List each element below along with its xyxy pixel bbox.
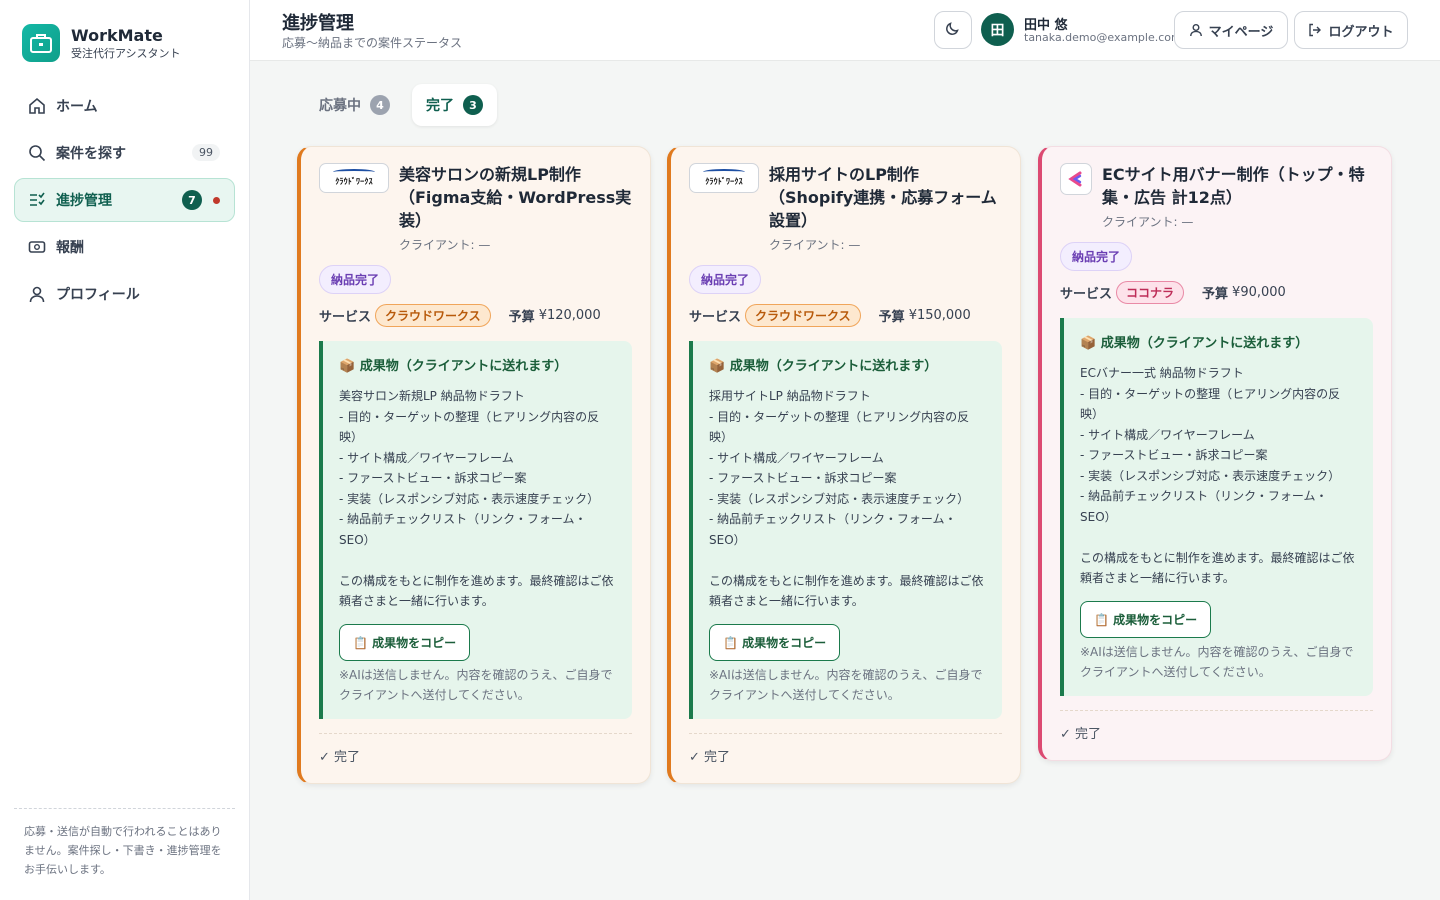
budget-label: 予算 bbox=[878, 310, 905, 325]
mypage-label: マイページ bbox=[1208, 24, 1274, 40]
app-subtitle: 受注代行アシスタント bbox=[71, 46, 181, 60]
page-subtitle: 応募〜納品までの案件ステータス bbox=[282, 36, 463, 50]
briefcase-icon bbox=[22, 24, 60, 62]
theme-toggle-button[interactable] bbox=[934, 11, 972, 49]
sidebar-item-label: プロフィール bbox=[56, 287, 140, 303]
crowdworks-logo-icon: ｸﾗｳﾄﾞﾜｰｸｽ bbox=[689, 163, 759, 193]
tab-label: 完了 bbox=[426, 98, 454, 114]
money-icon bbox=[28, 238, 46, 256]
card-status-footer: ✓ 完了 bbox=[319, 749, 361, 765]
deliverable-body: ECバナー一式 納品物ドラフト - 目的・ターゲットの整理（ヒアリング内容の反映… bbox=[1080, 366, 1355, 585]
sidebar-item-progress[interactable]: 進捗管理 7 bbox=[14, 178, 235, 222]
card-divider bbox=[1060, 709, 1373, 711]
sidebar-item-label: ホーム bbox=[56, 99, 98, 115]
logout-label: ログアウト bbox=[1328, 24, 1394, 40]
sidebar-nav: ホーム 案件を探す 99 進捗管理 7 報酬 プロフィール bbox=[14, 84, 235, 319]
service-tag: クラウドワークス bbox=[745, 304, 861, 327]
copy-deliverable-button[interactable]: 📋 成果物をコピー bbox=[1080, 600, 1212, 638]
service-tag: クラウドワークス bbox=[375, 304, 491, 327]
budget-value: ¥150,000 bbox=[908, 308, 971, 323]
notification-dot bbox=[213, 197, 220, 204]
budget-value: ¥120,000 bbox=[538, 308, 601, 323]
tab-completed[interactable]: 完了 3 bbox=[412, 84, 497, 126]
deliverable-body: 採用サイトLP 納品物ドラフト - 目的・ターゲットの整理（ヒアリング内容の反映… bbox=[709, 389, 984, 608]
logout-icon bbox=[1308, 23, 1322, 37]
user-email: tanaka.demo@example.com bbox=[1024, 31, 1182, 44]
card-divider bbox=[689, 732, 1002, 734]
progress-list-icon bbox=[28, 191, 46, 209]
service-label: サービス bbox=[689, 310, 742, 325]
card-title: 採用サイトのLP制作（Shopify連携・応募フォーム設置） bbox=[769, 165, 997, 230]
budget-label: 予算 bbox=[508, 310, 535, 325]
home-icon bbox=[28, 97, 46, 115]
project-card: ｸﾗｳﾄﾞﾜｰｸｽ 美容サロンの新規LP制作（Figma支給・WordPress… bbox=[297, 146, 651, 784]
sidebar-note: 応募・送信が自動で行われることはありません。案件探し・下書き・進捗管理をお手伝い… bbox=[24, 825, 222, 876]
sidebar-item-label: 報酬 bbox=[56, 240, 84, 256]
mypage-button[interactable]: マイページ bbox=[1174, 11, 1288, 49]
tab-applying[interactable]: 応募中 4 bbox=[305, 84, 404, 126]
deliverable-box: 📦 成果物（クライアントに送れます） ECバナー一式 納品物ドラフト - 目的・… bbox=[1060, 318, 1373, 696]
logout-button[interactable]: ログアウト bbox=[1294, 11, 1408, 49]
sidebar-item-search[interactable]: 案件を探す 99 bbox=[14, 131, 235, 175]
card-title: 美容サロンの新規LP制作（Figma支給・WordPress実装） bbox=[399, 165, 632, 230]
service-label: サービス bbox=[319, 310, 372, 325]
crowdworks-logo-icon: ｸﾗｳﾄﾞﾜｰｸｽ bbox=[319, 163, 389, 193]
moon-icon bbox=[945, 20, 961, 40]
sidebar-item-label: 案件を探す bbox=[56, 146, 126, 162]
deliverable-note: ※AIは送信しません。内容を確認のうえ、ご自身でクライアントへ送付してください。 bbox=[339, 667, 613, 702]
search-icon bbox=[28, 144, 46, 162]
copy-deliverable-button[interactable]: 📋 成果物をコピー bbox=[709, 623, 841, 661]
user-icon bbox=[28, 285, 46, 303]
deliverable-title: 📦 成果物（クライアントに送れます） bbox=[1080, 336, 1309, 351]
job-count-badge: 99 bbox=[192, 144, 220, 161]
deliverable-box: 📦 成果物（クライアントに送れます） 採用サイトLP 納品物ドラフト - 目的・… bbox=[689, 341, 1002, 719]
user-icon bbox=[1189, 23, 1203, 37]
deliverable-note: ※AIは送信しません。内容を確認のうえ、ご自身でクライアントへ送付してください。 bbox=[1080, 644, 1354, 679]
tab-count-badge: 3 bbox=[463, 95, 483, 115]
card-client: クライアント: — bbox=[399, 238, 491, 252]
card-status-footer: ✓ 完了 bbox=[1060, 726, 1102, 742]
status-badge: 納品完了 bbox=[1060, 242, 1133, 271]
project-card: ECサイト用バナー制作（トップ・特集・広告 計12点） クライアント: — 納品… bbox=[1038, 146, 1392, 761]
deliverable-body: 美容サロン新規LP 納品物ドラフト - 目的・ターゲットの整理（ヒアリング内容の… bbox=[339, 389, 614, 608]
deliverable-note: ※AIは送信しません。内容を確認のうえ、ご自身でクライアントへ送付してください。 bbox=[709, 667, 983, 702]
card-client: クライアント: — bbox=[769, 238, 861, 252]
tab-label: 応募中 bbox=[319, 98, 361, 114]
brand[interactable]: WorkMate 受注代行アシスタント bbox=[22, 24, 181, 62]
app-name: WorkMate bbox=[71, 25, 163, 45]
copy-deliverable-button[interactable]: 📋 成果物をコピー bbox=[339, 623, 471, 661]
deliverable-title: 📦 成果物（クライアントに送れます） bbox=[709, 359, 938, 374]
sidebar-divider bbox=[14, 808, 235, 809]
coconala-logo-icon bbox=[1060, 163, 1092, 195]
page-title: 進捗管理 bbox=[282, 13, 354, 34]
card-status-footer: ✓ 完了 bbox=[689, 749, 731, 765]
sidebar-item-rewards[interactable]: 報酬 bbox=[14, 225, 235, 269]
top-header: 進捗管理 応募〜納品までの案件ステータス 田 田中 悠 tanaka.demo@… bbox=[250, 0, 1440, 61]
sidebar-item-home[interactable]: ホーム bbox=[14, 84, 235, 128]
status-badge: 納品完了 bbox=[689, 265, 762, 294]
service-tag: ココナラ bbox=[1116, 281, 1185, 304]
status-badge: 納品完了 bbox=[319, 265, 392, 294]
avatar[interactable]: 田 bbox=[981, 13, 1014, 46]
budget-value: ¥90,000 bbox=[1232, 285, 1286, 300]
sidebar-item-profile[interactable]: プロフィール bbox=[14, 272, 235, 316]
service-label: サービス bbox=[1060, 287, 1113, 302]
progress-count-badge: 7 bbox=[182, 190, 202, 210]
card-divider bbox=[319, 732, 632, 734]
sidebar-item-label: 進捗管理 bbox=[56, 193, 112, 209]
tab-count-badge: 4 bbox=[370, 95, 390, 115]
project-card: ｸﾗｳﾄﾞﾜｰｸｽ 採用サイトのLP制作（Shopify連携・応募フォーム設置）… bbox=[667, 146, 1021, 784]
deliverable-title: 📦 成果物（クライアントに送れます） bbox=[339, 359, 568, 374]
sidebar: WorkMate 受注代行アシスタント ホーム 案件を探す 99 進捗管理 7 bbox=[0, 0, 250, 900]
card-title: ECサイト用バナー制作（トップ・特集・広告 計12点） bbox=[1102, 165, 1365, 207]
deliverable-box: 📦 成果物（クライアントに送れます） 美容サロン新規LP 納品物ドラフト - 目… bbox=[319, 341, 632, 719]
card-client: クライアント: — bbox=[1102, 215, 1194, 229]
budget-label: 予算 bbox=[1202, 287, 1229, 302]
status-tabs: 応募中 4 完了 3 bbox=[305, 84, 505, 126]
